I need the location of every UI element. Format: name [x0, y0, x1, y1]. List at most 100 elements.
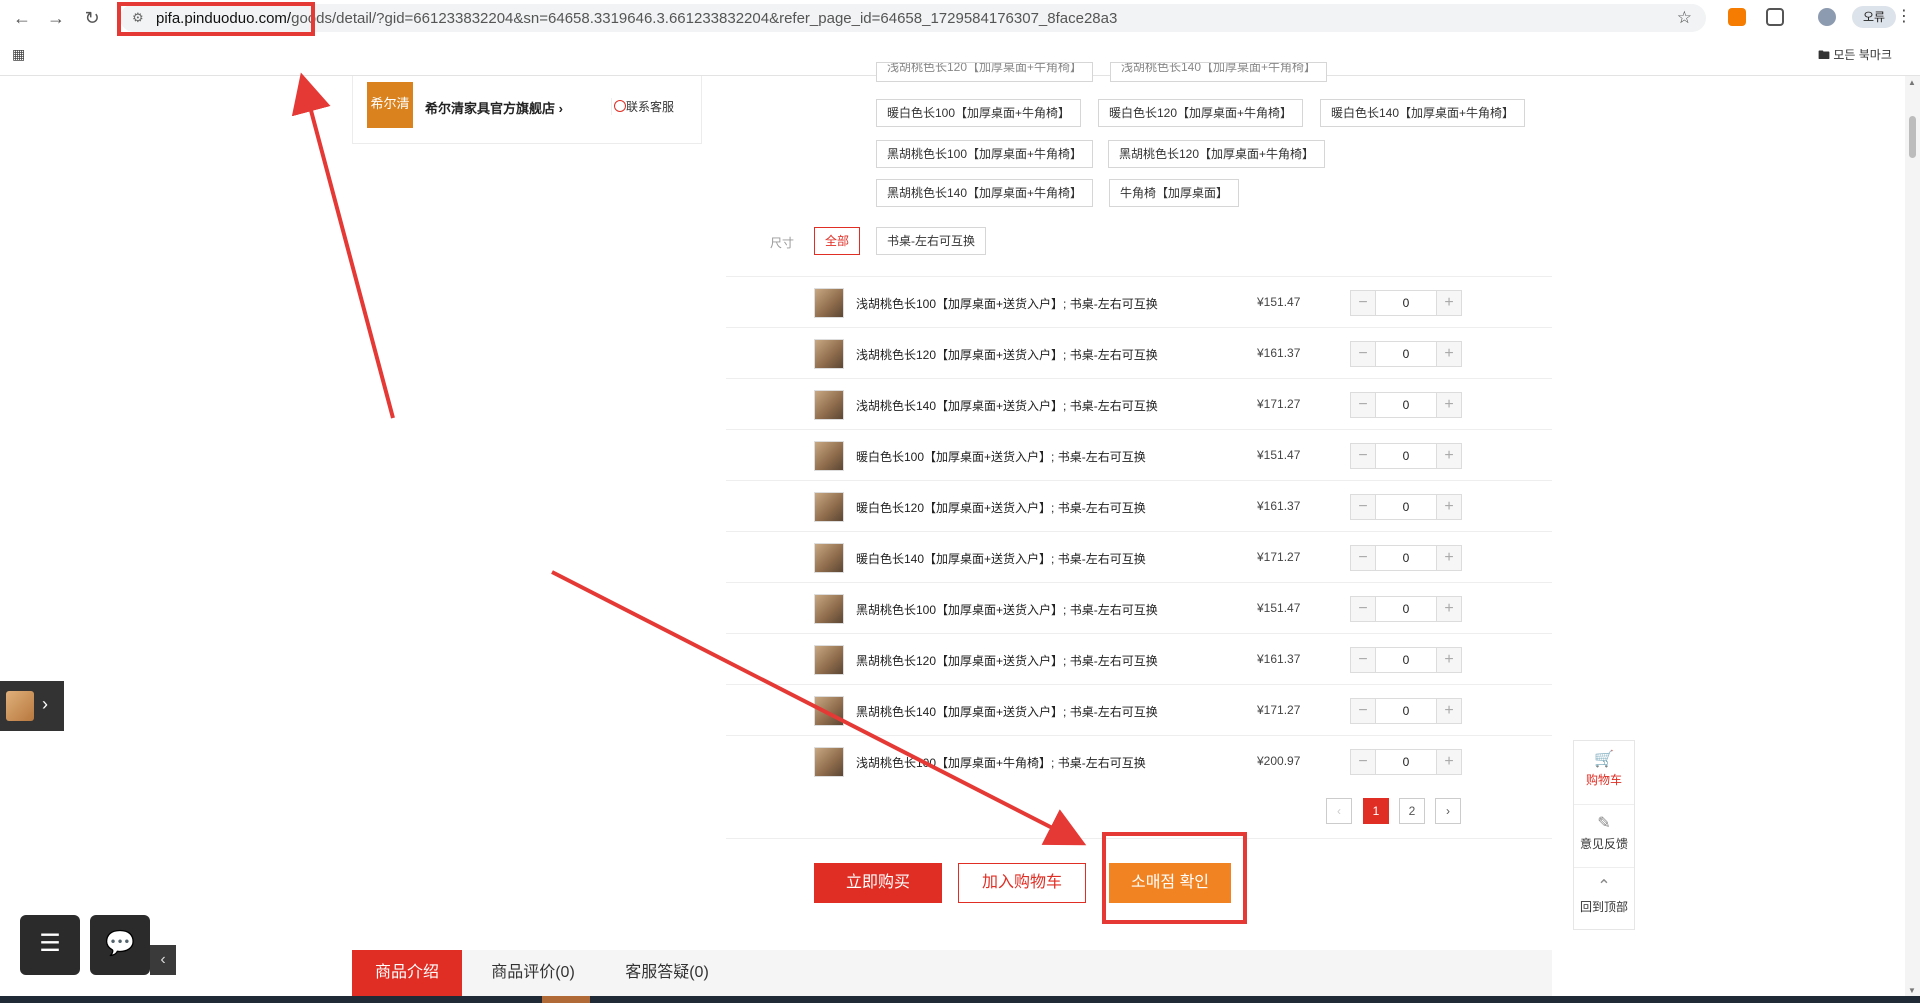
color-option-chip[interactable]: 黑胡桃色长100【加厚桌面+牛角椅】 — [876, 140, 1094, 168]
quantity-stepper: −0 + — [1350, 443, 1462, 469]
color-option-chip[interactable]: 暖白色长140【加厚桌面+牛角椅】 — [1320, 99, 1526, 127]
quantity-input[interactable]: 0 — [1376, 443, 1436, 469]
tab-qa[interactable]: 客服答疑(0) — [604, 950, 730, 996]
mini-cart-widget[interactable]: › — [0, 681, 64, 731]
extensions-puzzle-icon[interactable] — [1766, 8, 1784, 26]
forward-icon[interactable]: → — [46, 8, 66, 28]
increase-button[interactable]: + — [1436, 443, 1462, 469]
taskbar-app-icon[interactable] — [542, 996, 590, 1003]
quantity-input[interactable]: 0 — [1376, 545, 1436, 571]
pager-prev-button[interactable]: ‹ — [1326, 798, 1352, 824]
variant-row: 暖白色长100【加厚桌面+送货入户】; 书桌-左右可互换 ¥151.47 −0 + — [726, 429, 1552, 480]
os-taskbar — [0, 996, 1920, 1003]
variant-price: ¥171.27 — [1257, 703, 1301, 717]
color-option-chip[interactable]: 浅胡桃色长120【加厚桌面+牛角椅】 — [876, 62, 1094, 82]
size-option-all[interactable]: 全部 — [814, 227, 861, 255]
quantity-stepper: −0 + — [1350, 494, 1462, 520]
quantity-input[interactable]: 0 — [1376, 749, 1436, 775]
increase-button[interactable]: + — [1436, 647, 1462, 673]
variant-name: 黑胡桃色长120【加厚桌面+送货入户】; 书桌-左右可互换 — [856, 654, 1158, 668]
scroll-down-icon[interactable]: ▼ — [1908, 986, 1916, 995]
quantity-stepper: −0 + — [1350, 341, 1462, 367]
decrease-button[interactable]: − — [1350, 647, 1376, 673]
increase-button[interactable]: + — [1436, 392, 1462, 418]
side-toolbar: 🛒 购物车 ✎ 意见反馈 ⌃ 回到顶部 — [1573, 740, 1635, 930]
scroll-thumb[interactable] — [1909, 116, 1916, 158]
color-option-chip[interactable]: 牛角椅【加厚桌面】 — [1109, 179, 1240, 207]
variant-thumbnail — [814, 390, 844, 420]
back-to-top-button[interactable]: ⌃ 回到顶部 — [1574, 867, 1634, 929]
side-cart-button[interactable]: 🛒 购物车 — [1574, 741, 1634, 803]
shop-name: 希尔清家具官方旗舰店 — [425, 101, 556, 116]
variant-price: ¥171.27 — [1257, 550, 1301, 564]
size-option-desk[interactable]: 书桌-左右可互换 — [876, 227, 986, 255]
variant-row: 黑胡桃色长100【加厚桌面+送货入户】; 书桌-左右可互换 ¥151.47 −0 + — [726, 582, 1552, 633]
scroll-up-icon[interactable]: ▲ — [1908, 78, 1916, 87]
quantity-input[interactable]: 0 — [1376, 647, 1436, 673]
variant-thumbnail — [814, 696, 844, 726]
side-feedback-button[interactable]: ✎ 意见反馈 — [1574, 804, 1634, 866]
increase-button[interactable]: + — [1436, 494, 1462, 520]
variant-thumbnail — [814, 441, 844, 471]
tab-reviews[interactable]: 商品评价(0) — [474, 950, 592, 996]
color-option-chip[interactable]: 暖白色长120【加厚桌面+牛角椅】 — [1098, 99, 1304, 127]
decrease-button[interactable]: − — [1350, 698, 1376, 724]
pager-page-1[interactable]: 1 — [1363, 798, 1389, 824]
decrease-button[interactable]: − — [1350, 494, 1376, 520]
quantity-input[interactable]: 0 — [1376, 596, 1436, 622]
address-bar[interactable]: ⚙ pifa.pinduoduo.com/goods/detail/?gid=6… — [120, 4, 1706, 32]
increase-button[interactable]: + — [1436, 341, 1462, 367]
quantity-input[interactable]: 0 — [1376, 392, 1436, 418]
buy-now-button[interactable]: 立即购买 — [814, 863, 942, 903]
decrease-button[interactable]: − — [1350, 341, 1376, 367]
variant-thumbnail — [814, 492, 844, 522]
pager-next-button[interactable]: › — [1435, 798, 1461, 824]
color-option-chip[interactable]: 浅胡桃色长140【加厚桌面+牛角椅】 — [1110, 62, 1328, 82]
collapse-button[interactable]: ‹ — [150, 945, 176, 975]
quantity-input[interactable]: 0 — [1376, 341, 1436, 367]
apps-grid-icon[interactable]: ▦ — [12, 46, 25, 63]
variant-thumbnail — [814, 288, 844, 318]
profile-avatar-icon[interactable] — [1818, 8, 1836, 26]
bookmark-star-icon[interactable]: ☆ — [1677, 8, 1692, 28]
variant-row: 暖白色长120【加厚桌面+送货入户】; 书桌-左右可互换 ¥161.37 −0 + — [726, 480, 1552, 531]
profile-error-button[interactable]: 오류 — [1852, 6, 1896, 28]
increase-button[interactable]: + — [1436, 749, 1462, 775]
extension-q-icon[interactable] — [1728, 8, 1746, 26]
decrease-button[interactable]: − — [1350, 392, 1376, 418]
variant-name: 浅胡桃色长100【加厚桌面+送货入户】; 书桌-左右可互换 — [856, 297, 1158, 311]
increase-button[interactable]: + — [1436, 290, 1462, 316]
decrease-button[interactable]: − — [1350, 443, 1376, 469]
decrease-button[interactable]: − — [1350, 290, 1376, 316]
chat-float-button[interactable]: 💬 — [90, 915, 150, 975]
color-option-chip[interactable]: 黑胡桃色长140【加厚桌面+牛角椅】 — [876, 179, 1094, 207]
increase-button[interactable]: + — [1436, 596, 1462, 622]
page-scrollbar[interactable]: ▲ ▼ — [1905, 76, 1920, 1003]
pager-page-2[interactable]: 2 — [1399, 798, 1425, 824]
quantity-input[interactable]: 0 — [1376, 698, 1436, 724]
color-option-chip[interactable]: 黑胡桃色长120【加厚桌面+牛角椅】 — [1108, 140, 1326, 168]
decrease-button[interactable]: − — [1350, 749, 1376, 775]
variant-list: 浅胡桃色长100【加厚桌面+送货入户】; 书桌-左右可互换 ¥151.47−0 + 浅… — [726, 276, 1552, 786]
contact-service-link[interactable]: 联系客服 — [611, 98, 674, 115]
reload-icon[interactable]: ↻ — [82, 8, 102, 28]
color-option-chip[interactable]: 暖白色长100【加厚桌面+牛角椅】 — [876, 99, 1082, 127]
shop-name-link[interactable]: 希尔清家具官方旗舰店 › — [425, 98, 563, 117]
tab-product-intro[interactable]: 商品介绍 — [352, 950, 462, 996]
browser-menu-icon[interactable]: ⋮ — [1896, 6, 1912, 26]
variant-row: 浅胡桃色长100【加厚桌面+牛角椅】; 书桌-左右可互换 ¥200.97 −0 + — [726, 735, 1552, 786]
add-to-cart-button[interactable]: 加入购物车 — [958, 863, 1086, 903]
shop-logo[interactable]: 希尔清 — [367, 82, 413, 128]
variant-name: 暖白色长140【加厚桌面+送货入户】; 书桌-左右可互换 — [856, 552, 1146, 566]
increase-button[interactable]: + — [1436, 545, 1462, 571]
increase-button[interactable]: + — [1436, 698, 1462, 724]
all-bookmarks-label: 모든 북마크 — [1833, 48, 1892, 62]
decrease-button[interactable]: − — [1350, 596, 1376, 622]
decrease-button[interactable]: − — [1350, 545, 1376, 571]
quantity-input[interactable]: 0 — [1376, 494, 1436, 520]
back-icon[interactable]: ← — [12, 8, 32, 28]
home-float-button[interactable]: ☰ — [20, 915, 80, 975]
quantity-input[interactable]: 0 — [1376, 290, 1436, 316]
variant-price: ¥151.47 — [1257, 601, 1301, 615]
all-bookmarks-folder[interactable]: 🖿 모든 북마크 — [1818, 46, 1892, 67]
